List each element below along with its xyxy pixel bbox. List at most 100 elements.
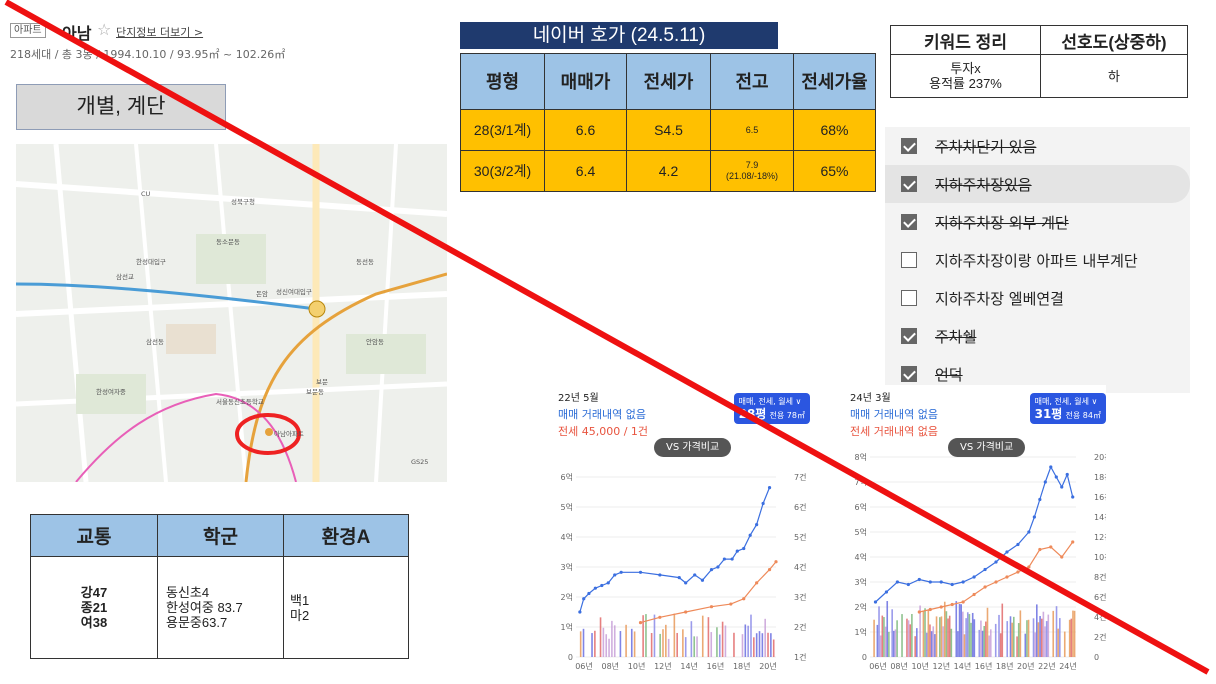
- volume-bar: [1063, 631, 1066, 657]
- data-point: [917, 577, 921, 582]
- star-outline-icon[interactable]: ☆: [97, 20, 111, 39]
- data-point: [917, 610, 921, 614]
- volume-bar: [582, 628, 585, 657]
- volume-bar: [981, 630, 984, 657]
- volume-bar: [630, 628, 633, 657]
- volume-bar: [599, 617, 602, 657]
- y-tick-label: 5억: [561, 502, 573, 512]
- volume-bar: [1036, 604, 1038, 657]
- volume-bar: [929, 624, 931, 657]
- volume-bar: [957, 631, 959, 657]
- volume-bar: [611, 620, 613, 657]
- checklist-item[interactable]: 주차쉘: [885, 317, 1190, 355]
- volume-bar: [767, 632, 769, 657]
- checkbox-checked[interactable]: [901, 214, 917, 230]
- summary-table: 교통 학군 환경A 강47 종21 여38 동신초4 한성여중 83.7 용문중…: [30, 514, 409, 659]
- map-label: 삼선동: [146, 337, 164, 346]
- y-tick-label: 1억: [561, 622, 573, 632]
- data-point: [1071, 540, 1075, 544]
- y2-tick-label: 14건: [1094, 512, 1106, 522]
- volume-bar: [985, 621, 987, 657]
- size-selector-area: 전용 78㎡: [769, 411, 805, 420]
- volume-bar: [914, 636, 916, 657]
- data-point: [1049, 465, 1053, 469]
- volume-bar: [916, 628, 918, 657]
- x-tick-label: 06년: [575, 661, 593, 671]
- checkbox-checked[interactable]: [901, 176, 917, 192]
- y-tick-label: 2억: [855, 602, 867, 612]
- volume-bar: [958, 603, 961, 657]
- checklist-item[interactable]: 주차차단기 있음: [885, 127, 1190, 165]
- checkbox-unchecked[interactable]: [901, 290, 917, 306]
- data-point: [693, 573, 697, 577]
- checklist-item[interactable]: 지하주차장 엘베연결: [885, 279, 1190, 317]
- series-line: [919, 541, 1074, 613]
- complex-name: 아남: [62, 24, 92, 43]
- data-point: [638, 570, 643, 574]
- data-point: [1005, 575, 1009, 579]
- y2-tick-label: 7건: [794, 472, 806, 482]
- volume-bar: [1039, 616, 1041, 657]
- volume-bar: [876, 624, 879, 657]
- traffic-line: 여38: [80, 615, 108, 630]
- map-label: 동소문동: [216, 238, 240, 246]
- checklist-label: 지하주차장이랑 아파트 내부계단: [935, 251, 1138, 270]
- volume-bar: [943, 601, 946, 657]
- volume-bar: [633, 631, 636, 657]
- volume-bar: [744, 624, 747, 657]
- data-point: [1060, 485, 1064, 489]
- more-info-link[interactable]: 단지정보 더보기 >: [116, 24, 203, 40]
- data-point: [742, 546, 746, 551]
- vs-compare-button[interactable]: VS 가격비교: [948, 438, 1026, 457]
- checkbox-checked[interactable]: [901, 366, 917, 382]
- vs-compare-button[interactable]: VS 가격비교: [654, 438, 732, 457]
- data-point: [1065, 472, 1069, 477]
- y2-tick-label: 5건: [794, 532, 806, 542]
- map-canvas: 성북구청 삼선교 한성대입구 성신여대입구 보문 아남아파트 돈암 동소문동 삼…: [16, 144, 447, 482]
- location-map[interactable]: 성북구청 삼선교 한성대입구 성신여대입구 보문 아남아파트 돈암 동소문동 삼…: [16, 144, 447, 482]
- data-point: [1049, 545, 1053, 549]
- volume-bar: [591, 633, 593, 657]
- volume-bar: [1055, 606, 1058, 657]
- size-selector[interactable]: 매매, 전세, 월세 ∨ 31평 전용 84㎡: [1029, 393, 1106, 424]
- volume-bar: [1052, 610, 1055, 657]
- volume-bar: [894, 629, 897, 657]
- volume-bar: [1019, 610, 1022, 657]
- checklist-item[interactable]: 지하주차장이랑 아파트 내부계단: [885, 241, 1190, 279]
- map-label: 한성대입구: [136, 257, 166, 266]
- ratio-cell: 68%: [793, 109, 876, 151]
- data-point: [729, 602, 733, 606]
- checklist-item[interactable]: 지하주차장있음: [885, 165, 1190, 203]
- col-peak: 전고: [710, 53, 794, 110]
- col-school: 학군: [157, 514, 284, 557]
- data-point: [606, 581, 610, 585]
- checklist-item[interactable]: 지하주차장 외부 계단: [885, 203, 1190, 241]
- col-sale: 매매가: [544, 53, 627, 110]
- price-chart-card: 6억 5억 4억 3억 2억 1억 0 7건 6건 5건 4건 3건 2건 1건 06년 08년 10년 12년 1…: [556, 385, 814, 677]
- data-point: [582, 597, 586, 601]
- checkbox-unchecked[interactable]: [901, 252, 917, 268]
- parking-checklist: 주차차단기 있음 지하주차장있음 지하주차장 외부 계단 지하주차장이랑 아파트…: [885, 127, 1190, 393]
- y-tick-label: 3억: [855, 577, 867, 587]
- data-point: [884, 590, 889, 594]
- checklist-label: 지하주차장 외부 계단: [935, 213, 1069, 232]
- map-label: 보문: [316, 378, 328, 386]
- checkbox-checked[interactable]: [901, 328, 917, 344]
- volume-bar: [710, 632, 713, 657]
- volume-bar: [772, 639, 775, 657]
- complex-header: 아파트 아남 ☆ 단지정보 더보기 > 218세대 / 총 3동 / 1994.…: [10, 20, 430, 64]
- volume-bar: [665, 624, 667, 657]
- volume-bar: [925, 632, 928, 657]
- volume-bar: [888, 631, 890, 657]
- data-point: [972, 575, 976, 579]
- volume-bar: [1072, 610, 1074, 657]
- map-label: 삼선교: [116, 272, 134, 281]
- map-label: CU: [141, 190, 151, 198]
- volume-bar: [893, 630, 895, 657]
- size-selector[interactable]: 매매, 전세, 월세 ∨ 28평 전용 78㎡: [733, 393, 810, 424]
- y2-tick-label: 3건: [794, 592, 806, 602]
- checklist-label: 지하주차장있음: [935, 175, 1032, 194]
- volume-bar: [750, 614, 752, 657]
- checkbox-checked[interactable]: [901, 138, 917, 154]
- data-point: [1027, 530, 1031, 534]
